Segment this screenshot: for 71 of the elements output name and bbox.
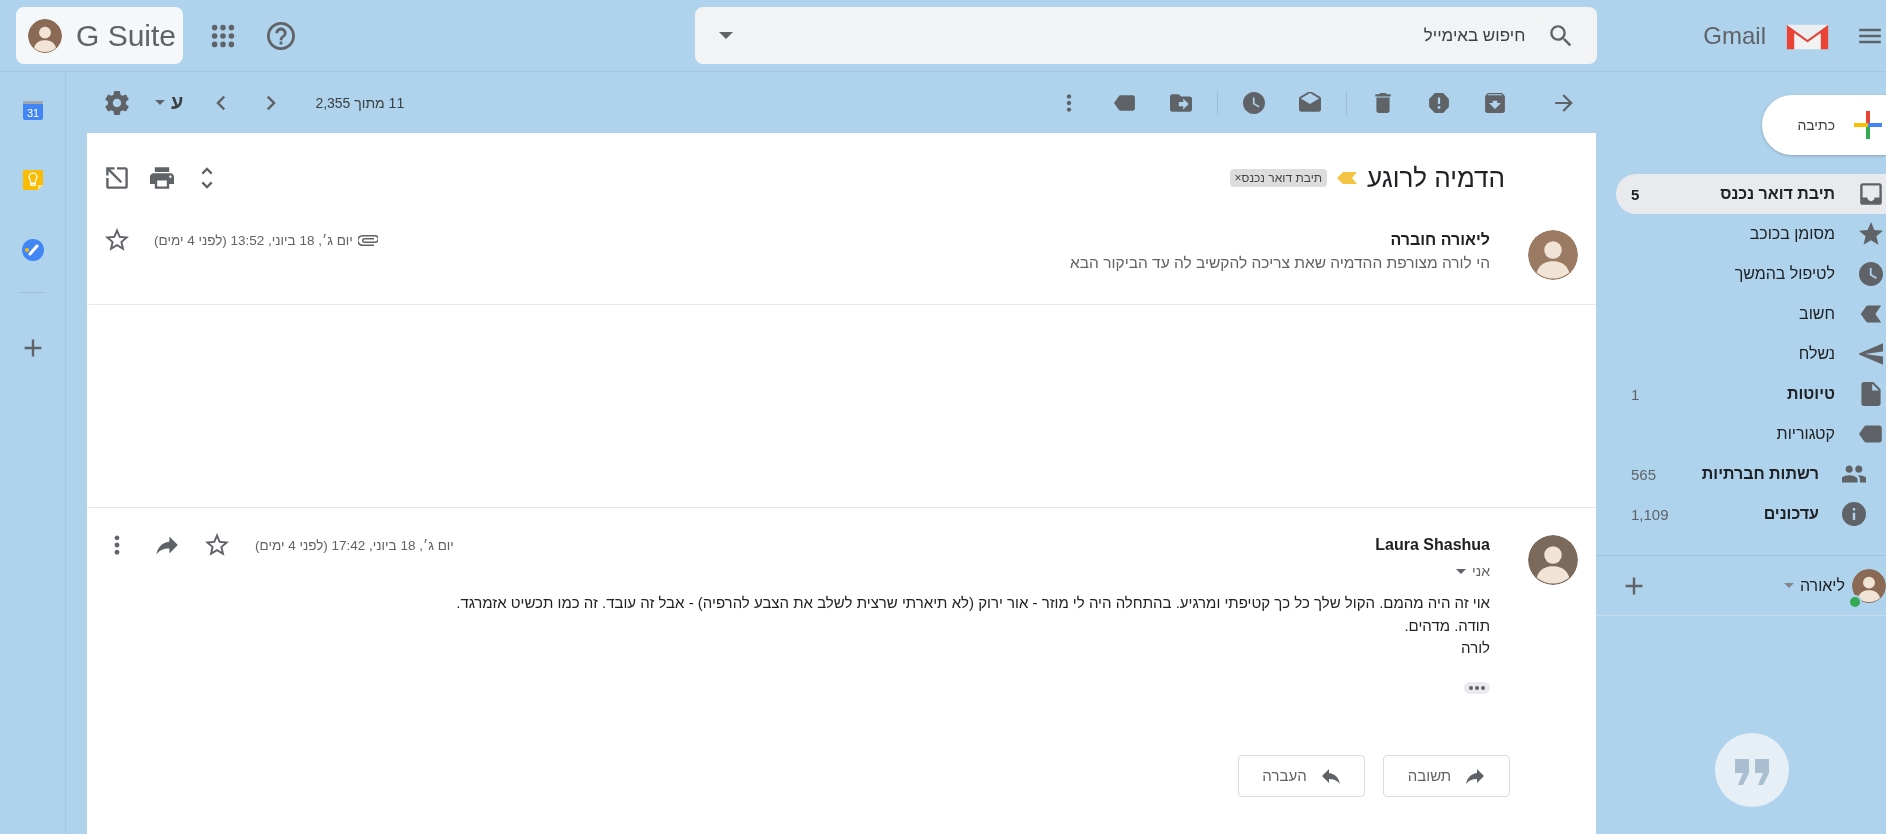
clock-icon [1859, 262, 1883, 286]
message-snippet: הי לורה מצורפת ההדמיה שאת צריכה להקשיב לה עד הביקור הבא [1069, 253, 1490, 273]
product-name: Gmail [1703, 21, 1766, 50]
avatar [1852, 568, 1886, 603]
nav-label: תיבת דואר נכנס [1720, 185, 1835, 203]
sender-name: ליאורה חוברה [1390, 231, 1490, 249]
nav-label: עדכונים [1763, 505, 1819, 523]
nav-label: לטיפול בהמשך [1734, 265, 1835, 283]
body-line: תודה. מדהים. [1403, 615, 1490, 636]
unread-count: 1 [1630, 385, 1640, 403]
plus-icon [1852, 109, 1884, 141]
message-date: יום ג׳, 18 ביוני, 13:52 (לפני 4 ימים) [154, 232, 353, 248]
new-window-icon[interactable] [105, 166, 129, 190]
inbox-icon [1859, 182, 1883, 206]
check-circle-icon[interactable] [20, 238, 45, 262]
unread-count: 565 [1630, 465, 1657, 483]
snooze-icon[interactable] [1243, 91, 1265, 114]
sender-name: Laura Shashua [1375, 536, 1490, 554]
compose-button[interactable]: כתיבה [1762, 95, 1886, 155]
account-button[interactable]: G Suite [16, 7, 183, 64]
subject-heading: הדמיה לרוגע [1367, 162, 1505, 194]
nav-item[interactable]: חשוב [1616, 294, 1886, 334]
info-icon [1842, 502, 1866, 526]
caret-icon[interactable] [1456, 568, 1467, 574]
mark-unread-icon[interactable] [1299, 91, 1321, 114]
print-icon[interactable] [150, 166, 174, 190]
pagination-text: 11 מתוך 2,355 [315, 94, 405, 111]
settings-icon[interactable] [105, 90, 129, 115]
avatar [28, 18, 62, 53]
nav-label: טיוטות [1787, 385, 1835, 403]
report-spam-icon[interactable] [1428, 91, 1450, 114]
nav-label: נשלח [1798, 345, 1835, 363]
label-text: תיבת דואר נכנס [1241, 171, 1323, 185]
search-icon[interactable] [1549, 23, 1574, 48]
caret-icon[interactable] [719, 32, 734, 39]
caret-icon [155, 100, 165, 105]
document-icon [1859, 382, 1883, 406]
input-tools-button[interactable]: ע [155, 91, 184, 114]
user-name: ליאורה [1799, 576, 1845, 595]
star-icon [1859, 222, 1883, 246]
body-line: אוי זה היה מהמם. הקול שלך כל כך קטיפתי ומרגיע. בהתחלה היה לי מוזר - אור ירוק (לא תיארתי שרצית לשלב את הצבע להרפיה) - אבל זה עובד. זה כמו תכשיט אזמרגד. [455, 593, 1490, 613]
nav-item[interactable]: לטיפול בהמשך [1616, 254, 1886, 294]
nav-item[interactable]: נשלח [1616, 334, 1886, 374]
star-icon[interactable] [205, 533, 229, 557]
send-icon [1859, 342, 1883, 366]
dots-icon [1468, 684, 1486, 691]
message-date: יום ג׳, 18 ביוני, 17:42 (לפני 4 ימים) [255, 537, 454, 553]
star-icon[interactable] [105, 228, 129, 252]
delete-icon[interactable] [1372, 91, 1394, 114]
calendar-icon[interactable]: 31 [20, 98, 45, 122]
show-trimmed-button[interactable] [1464, 681, 1490, 694]
search-bar[interactable]: חיפוש באימייל [695, 7, 1598, 64]
nav-item[interactable]: קטגוריות [1616, 414, 1886, 454]
nav-label: מסומן בכוכב [1749, 225, 1835, 243]
avatar [1528, 535, 1578, 585]
unread-count: 1,109 [1630, 505, 1669, 523]
nav-label: חשוב [1799, 305, 1835, 323]
reply-button[interactable]: תשובה [1383, 754, 1510, 797]
forward-button[interactable]: העברה [1238, 754, 1365, 797]
archive-icon[interactable] [1484, 91, 1506, 114]
avatar [1528, 230, 1578, 280]
body-line: לורה [1460, 638, 1490, 658]
unread-count: 5 [1630, 185, 1640, 203]
help-icon[interactable] [267, 21, 295, 50]
search-field[interactable]: חיפוש באימייל [733, 15, 1526, 56]
nav-label: רשתות חברתיות [1701, 465, 1819, 483]
move-to-icon[interactable] [1170, 91, 1192, 114]
nav-item[interactable]: מסומן בכוכב [1616, 214, 1886, 254]
recipient-text: אני [1472, 563, 1490, 579]
remove-label-button[interactable]: × [1234, 171, 1242, 185]
nav-label: קטגוריות [1776, 425, 1835, 443]
